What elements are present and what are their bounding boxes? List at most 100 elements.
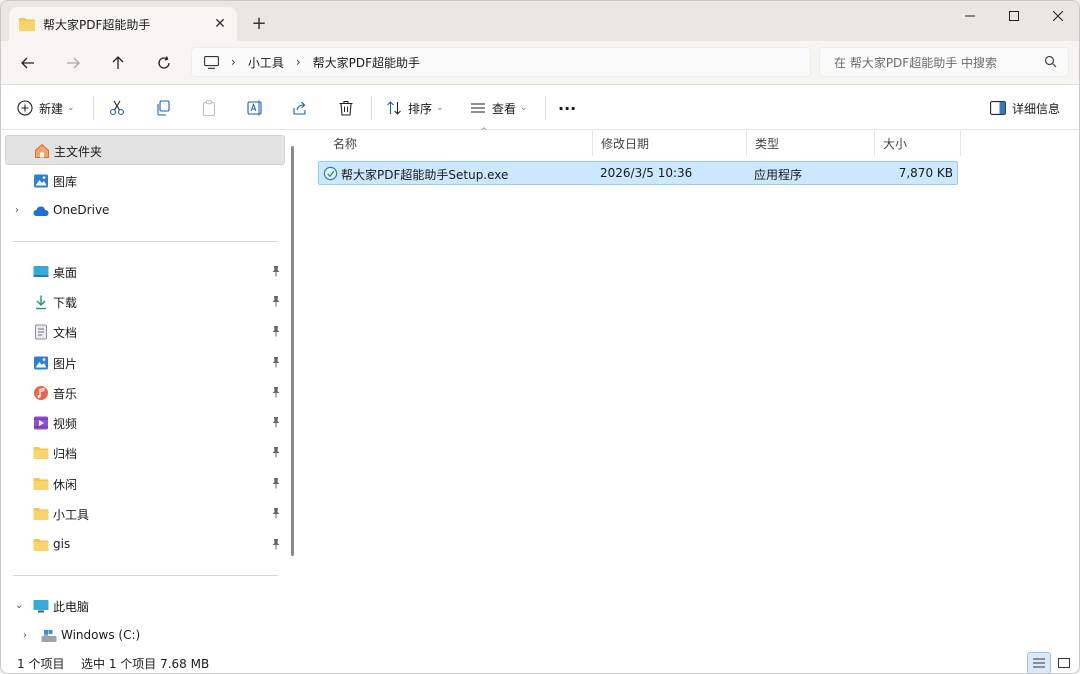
pin-icon[interactable] <box>271 477 281 489</box>
sidebar-item-home[interactable]: 主文件夹 <box>5 135 285 165</box>
details-view-button[interactable] <box>1027 652 1051 673</box>
new-label: 新建 <box>39 101 64 116</box>
pin-icon[interactable] <box>271 356 281 368</box>
chevron-right-icon[interactable]: › <box>15 205 19 216</box>
pin-icon[interactable] <box>271 538 281 550</box>
search-box[interactable]: 在 帮大家PDF超能助手 中搜索 <box>819 47 1069 77</box>
pin-icon[interactable] <box>271 446 281 458</box>
sidebar-item-gallery[interactable]: 图库 <box>5 166 285 196</box>
maximize-button[interactable] <box>991 1 1037 31</box>
sidebar-scrollbar[interactable] <box>291 146 294 556</box>
tab-title: 帮大家PDF超能助手 <box>43 17 151 32</box>
forward-button[interactable] <box>59 49 87 77</box>
details-pane-button[interactable]: 详细信息 <box>990 94 1060 122</box>
up-button[interactable] <box>104 49 132 77</box>
sidebar-item-label: 主文件夹 <box>54 145 103 159</box>
view-button[interactable]: 查看 ⌄ <box>470 94 528 122</box>
chevron-down-icon[interactable]: ⌄ <box>15 600 23 611</box>
column-header-name[interactable]: ^ 名称 <box>325 127 593 156</box>
list-view-icon <box>471 103 485 113</box>
pin-icon[interactable] <box>271 295 281 307</box>
close-icon <box>1053 11 1063 21</box>
sort-button[interactable]: 排序 ⌄ <box>386 94 444 122</box>
sidebar-item-archive[interactable]: 归档 <box>5 438 285 468</box>
sidebar-item-label: 图片 <box>53 357 78 371</box>
details-view-icon <box>1033 658 1045 668</box>
sidebar-item-label: 音乐 <box>53 387 78 401</box>
refresh-button[interactable] <box>150 49 178 77</box>
computer-icon <box>33 600 49 613</box>
sidebar-item-onedrive[interactable]: › OneDrive <box>5 196 285 226</box>
pin-icon[interactable] <box>271 507 281 519</box>
sidebar-item-downloads[interactable]: 下载 <box>5 287 285 317</box>
rename-icon <box>247 100 262 116</box>
sidebar-item-label: 文档 <box>53 326 78 340</box>
details-label: 详细信息 <box>1012 101 1061 116</box>
column-header-size[interactable]: 大小 <box>875 130 961 156</box>
file-size: 7,870 KB <box>898 166 953 180</box>
sidebar-item-label: 视频 <box>53 417 78 431</box>
column-header-label: 类型 <box>755 136 780 151</box>
column-header-label: 名称 <box>333 136 358 151</box>
sidebar-item-documents[interactable]: 文档 <box>5 317 285 347</box>
pin-icon[interactable] <box>271 265 281 277</box>
sidebar-item-videos[interactable]: 视频 <box>5 408 285 438</box>
pin-icon[interactable] <box>271 386 281 398</box>
tab-current-folder[interactable]: 帮大家PDF超能助手 ✕ <box>9 7 237 41</box>
sidebar-item-pictures[interactable]: 图片 <box>5 348 285 378</box>
chevron-down-icon: ⌄ <box>520 103 528 113</box>
sidebar-item-music[interactable]: 音乐 <box>5 378 285 408</box>
new-button[interactable]: 新建 ⌄ <box>17 94 75 122</box>
share-button[interactable] <box>292 94 308 122</box>
sidebar-item-label: OneDrive <box>53 203 110 217</box>
arrow-left-icon <box>21 57 34 69</box>
breadcrumb-separator[interactable]: › <box>231 55 236 69</box>
tiles-view-button[interactable] <box>1052 652 1076 673</box>
delete-button[interactable] <box>338 94 354 122</box>
installer-icon <box>323 166 338 181</box>
column-header-type[interactable]: 类型 <box>747 130 875 156</box>
sidebar-item-label: 桌面 <box>53 266 78 280</box>
sidebar-item-leisure[interactable]: 休闲 <box>5 469 285 499</box>
address-bar[interactable]: › 小工具 › 帮大家PDF超能助手 <box>191 47 811 77</box>
sidebar-item-tools[interactable]: 小工具 <box>5 499 285 529</box>
sidebar-item-label: 下载 <box>53 296 78 310</box>
sidebar-item-this-pc[interactable]: ⌄ 此电脑 <box>5 591 285 621</box>
search-placeholder: 在 帮大家PDF超能助手 中搜索 <box>834 55 998 70</box>
new-tab-button[interactable]: + <box>247 11 271 35</box>
paste-button[interactable] <box>201 94 217 122</box>
gallery-icon <box>34 174 48 188</box>
column-header-modified[interactable]: 修改日期 <box>593 130 747 156</box>
sidebar-item-label: 休闲 <box>53 478 78 492</box>
sort-icon <box>387 101 401 115</box>
minimize-button[interactable] <box>947 1 993 31</box>
command-bar: 新建 ⌄ 排序 ⌄ 查看 ⌄ ··· 详细信息 <box>1 86 1079 130</box>
details-pane-icon <box>990 101 1006 115</box>
tab-close-button[interactable]: ✕ <box>207 11 233 37</box>
folder-icon <box>33 478 49 490</box>
tiles-view-icon <box>1058 658 1070 668</box>
chevron-right-icon[interactable]: › <box>23 630 27 641</box>
sidebar-item-gis[interactable]: gis <box>5 530 285 560</box>
back-button[interactable] <box>14 49 42 77</box>
folder-icon <box>19 18 35 31</box>
more-options-button[interactable]: ··· <box>558 94 576 122</box>
breadcrumb-item-tools[interactable]: 小工具 <box>248 54 284 71</box>
download-icon <box>36 295 46 310</box>
status-bar: 1 个项目 选中 1 个项目 7.68 MB <box>1 650 1079 673</box>
table-row[interactable]: 帮大家PDF超能助手Setup.exe 2026/3/5 10:36 应用程序 … <box>318 161 958 185</box>
folder-icon <box>33 539 49 551</box>
cut-button[interactable] <box>109 94 125 122</box>
sidebar-item-desktop[interactable]: 桌面 <box>5 257 285 287</box>
file-type: 应用程序 <box>754 168 803 182</box>
breadcrumb-separator[interactable]: › <box>296 55 301 69</box>
close-window-button[interactable] <box>1035 1 1079 31</box>
pin-icon[interactable] <box>271 325 281 337</box>
pin-icon[interactable] <box>271 416 281 428</box>
trash-icon <box>339 100 353 116</box>
copy-button[interactable] <box>155 94 171 122</box>
breadcrumb-item-current[interactable]: 帮大家PDF超能助手 <box>313 54 420 71</box>
rename-button[interactable] <box>247 94 263 122</box>
sidebar-item-windows-c[interactable]: › Windows (C:) <box>13 621 293 651</box>
cloud-icon <box>33 206 49 216</box>
